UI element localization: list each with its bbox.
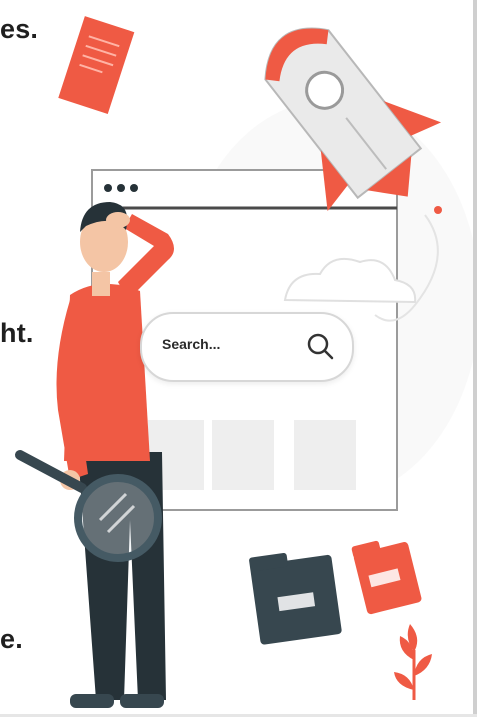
folder-icon-orange [351, 540, 422, 615]
plant-decoration [394, 624, 432, 700]
window-dot [104, 184, 112, 192]
content-tile [294, 420, 356, 490]
search-placeholder: Search... [162, 336, 221, 352]
window-dot [117, 184, 125, 192]
window-dot [130, 184, 138, 192]
search-icon [307, 333, 334, 360]
spark [434, 206, 442, 214]
right-edge-shadow [473, 0, 477, 717]
content-tile [212, 420, 274, 490]
document-icon-orange [58, 16, 135, 114]
search-bar[interactable]: Search... [140, 312, 354, 382]
folder-icon-dark [249, 552, 342, 645]
